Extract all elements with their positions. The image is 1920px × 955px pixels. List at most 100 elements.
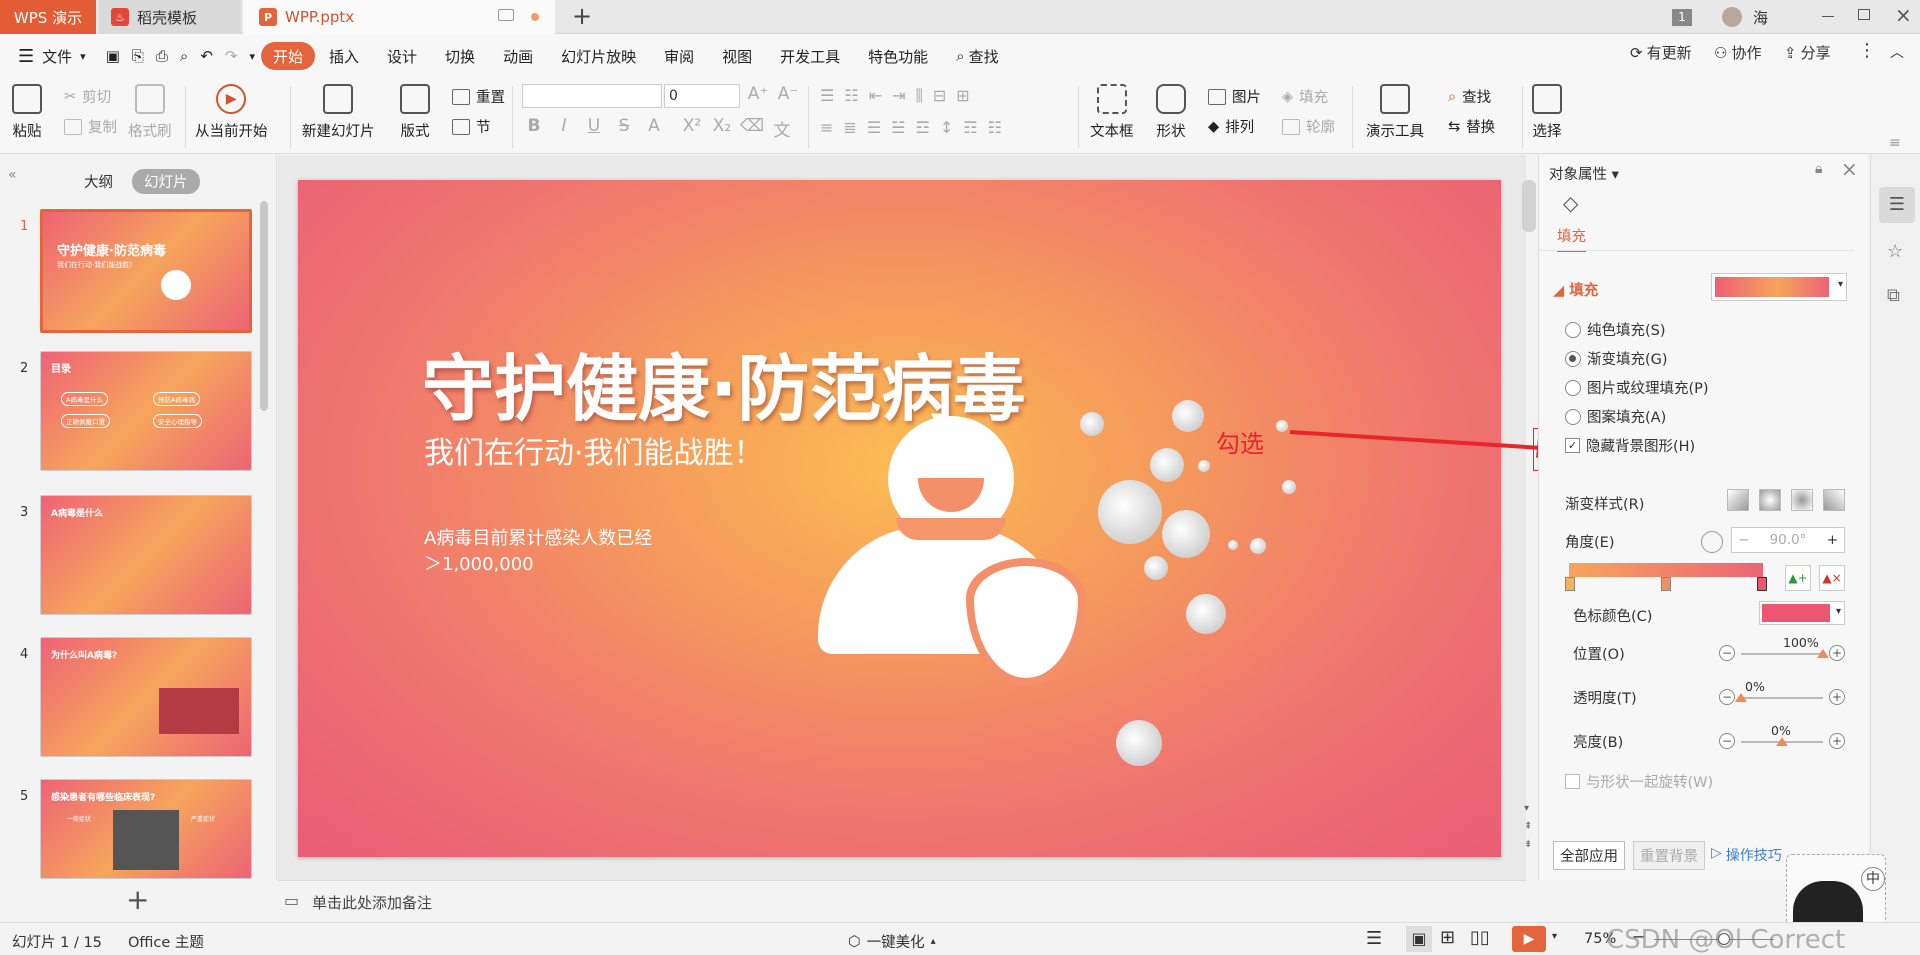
italic-icon[interactable]: I <box>552 116 576 136</box>
menu-tab-9[interactable]: 特色功能 <box>854 42 942 70</box>
menu-tab-2[interactable]: 设计 <box>373 42 431 70</box>
slide-body-line2[interactable]: ＞1,000,000 <box>424 550 534 576</box>
tab-template[interactable]: ♨ 稻壳模板 <box>99 0 241 34</box>
current-slide[interactable]: 守护健康·防范病毒 我们在行动·我们能战胜！ A病毒目前累计感染人数已经 ＞1,… <box>298 180 1501 857</box>
gradient-radial-icon[interactable] <box>1759 489 1781 511</box>
shrink-font-icon[interactable]: A⁻ <box>776 84 800 104</box>
menu-tab-3[interactable]: 切换 <box>431 42 489 70</box>
fill-tab[interactable]: 填充 <box>1557 225 1586 252</box>
gradient-path-icon[interactable] <box>1823 489 1845 511</box>
play-slideshow-button[interactable]: ▶ <box>1512 926 1546 952</box>
undo-icon[interactable]: ↶ <box>194 42 219 70</box>
save-icon[interactable]: ▣ <box>100 42 126 70</box>
shield-icon[interactable] <box>966 558 1086 686</box>
position-decrease-icon[interactable]: − <box>1719 645 1735 661</box>
stop-color-dropdown[interactable]: ▾ <box>1759 601 1845 625</box>
transparency-slider-knob[interactable] <box>1735 693 1747 702</box>
avatar[interactable] <box>1722 7 1742 27</box>
pattern-fill-radio[interactable]: 图案填充(A) <box>1565 406 1666 427</box>
outline-button[interactable]: 轮廓 <box>1282 116 1335 137</box>
arrange-button[interactable]: ◆ 排列 <box>1208 116 1254 137</box>
cut-button[interactable]: ✂ 剪切 <box>64 86 111 107</box>
strikethrough-icon[interactable]: S <box>612 116 636 136</box>
superscript-icon[interactable]: X² <box>680 116 704 136</box>
slide-body-line1[interactable]: A病毒目前累计感染人数已经 <box>424 524 652 550</box>
update-button[interactable]: ⟳ 有更新 <box>1630 42 1692 63</box>
slide-thumbnail-4[interactable]: 为什么叫A病毒? <box>40 637 252 757</box>
collapse-panel-icon[interactable]: « <box>8 167 17 183</box>
editor-scrollbar[interactable] <box>1522 180 1536 232</box>
reset-background-button[interactable]: 重置背景 <box>1633 841 1705 870</box>
theme-name[interactable]: Office 主题 <box>128 931 204 952</box>
menu-tab-6[interactable]: 审阅 <box>650 42 708 70</box>
collab-button[interactable]: ⚇ 协作 <box>1714 42 1761 63</box>
fill-section-toggle[interactable]: ◢ 填充 <box>1553 279 1598 300</box>
position-slider[interactable] <box>1741 653 1823 655</box>
shape-button[interactable]: 形状 <box>1156 84 1186 141</box>
thumbs-scrollbar[interactable] <box>260 201 268 411</box>
reset-button[interactable]: 重置 <box>452 86 505 107</box>
beautify-button[interactable]: ⬡ 一键美化 ▴ <box>848 931 936 952</box>
preview-icon[interactable]: ⌕ <box>174 42 194 70</box>
clear-format-icon[interactable]: ⌫ <box>740 116 764 136</box>
brightness-decrease-icon[interactable]: − <box>1719 733 1735 749</box>
gradient-linear-icon[interactable] <box>1727 489 1749 511</box>
slides-tab[interactable]: 幻灯片 <box>132 169 200 194</box>
present-tools-button[interactable]: 演示工具 <box>1366 84 1424 141</box>
brightness-increase-icon[interactable]: + <box>1829 733 1845 749</box>
close-panel-icon[interactable]: × <box>1841 157 1858 181</box>
add-slide-button[interactable]: + <box>126 883 149 916</box>
layout-button[interactable]: 版式 <box>400 84 430 141</box>
underline-icon[interactable]: U <box>582 116 606 136</box>
close-window-icon[interactable]: × <box>1895 3 1912 27</box>
menu-search[interactable]: ⌕ 查找 <box>942 42 1012 70</box>
rotate-with-shape-checkbox[interactable]: 与形状一起旋转(W) <box>1565 771 1713 792</box>
new-slide-button[interactable]: 新建幻灯片 <box>302 84 375 141</box>
play-from-current-button[interactable]: ▶ 从当前开始 <box>195 84 268 141</box>
page-nav-arrows[interactable]: ▾ ⇞ ⇟ <box>1524 800 1532 854</box>
hide-background-checkbox[interactable]: ✓ 隐藏背景图形(H) <box>1565 435 1695 456</box>
remove-stop-icon[interactable]: ▲× <box>1819 565 1845 591</box>
collapse-ribbon-icon[interactable]: ︿ <box>1890 42 1904 62</box>
apply-all-button[interactable]: 全部应用 <box>1553 841 1625 870</box>
notes-toggle-icon[interactable]: ☰ <box>1366 928 1382 949</box>
menu-tab-1[interactable]: 插入 <box>315 42 373 70</box>
user-name[interactable]: 海 <box>1753 7 1768 28</box>
font-size-select[interactable]: 0 <box>664 84 740 108</box>
menu-tab-7[interactable]: 视图 <box>708 42 766 70</box>
slide-thumbnail-2[interactable]: 目录 A病毒是什么 预防A病毒病 正确佩戴口罩 安全心理指导 <box>40 351 252 471</box>
lock-icon[interactable]: 🔒︎ <box>1815 161 1822 177</box>
play-options-icon[interactable]: ▾ <box>1552 931 1557 942</box>
paragraph-tools-row2[interactable]: ≡≣☰☱☲↕☶☷ <box>820 118 1012 137</box>
gradient-stop-3[interactable] <box>1757 577 1767 591</box>
customize-chevron-icon[interactable]: ▾ <box>243 42 261 70</box>
file-menu[interactable]: ☰ 文件 ▾ <box>0 42 100 70</box>
position-increase-icon[interactable]: + <box>1829 645 1845 661</box>
section-button[interactable]: 节 <box>452 116 491 137</box>
paste-button[interactable]: 粘贴 <box>12 84 42 141</box>
paragraph-tools-row1[interactable]: ☰☷⇤⇥⫼⊟⊞ <box>820 86 980 106</box>
properties-icon[interactable]: ☰ <box>1879 187 1915 223</box>
notes-bar[interactable]: ▭ 单击此处添加备注 <box>278 880 1526 922</box>
copy-button[interactable]: 复制 <box>64 116 117 137</box>
sidebar-menu-icon[interactable]: ≡ <box>1889 135 1901 151</box>
outline-tab[interactable]: 大纲 <box>84 171 113 192</box>
gradient-stop-1[interactable] <box>1565 577 1575 591</box>
menu-tab-0[interactable]: 开始 <box>261 42 316 70</box>
fill-color-dropdown[interactable]: ▾ <box>1711 273 1847 301</box>
grow-font-icon[interactable]: A⁺ <box>746 84 770 104</box>
slide-subtitle[interactable]: 我们在行动·我们能战胜！ <box>424 428 764 472</box>
panel-header[interactable]: 对象属性 ▾ <box>1549 163 1619 184</box>
select-button[interactable]: 选择 <box>1532 84 1562 141</box>
transparency-increase-icon[interactable]: + <box>1829 689 1845 705</box>
find-button[interactable]: ⌕ 查找 <box>1448 86 1491 107</box>
font-name-select[interactable] <box>522 84 662 108</box>
sorter-view-icon[interactable]: ⊞ <box>1440 927 1455 948</box>
animation-star-icon[interactable]: ☆ <box>1887 241 1903 262</box>
print-icon[interactable]: ⎙ <box>150 42 174 70</box>
textbox-button[interactable]: 文本框 <box>1090 84 1134 141</box>
transparency-decrease-icon[interactable]: − <box>1719 689 1735 705</box>
slide-thumbnail-3[interactable]: A病毒是什么 <box>40 495 252 615</box>
export-icon[interactable]: ⎘ <box>126 42 150 70</box>
phonetic-icon[interactable]: 文 <box>770 116 794 141</box>
